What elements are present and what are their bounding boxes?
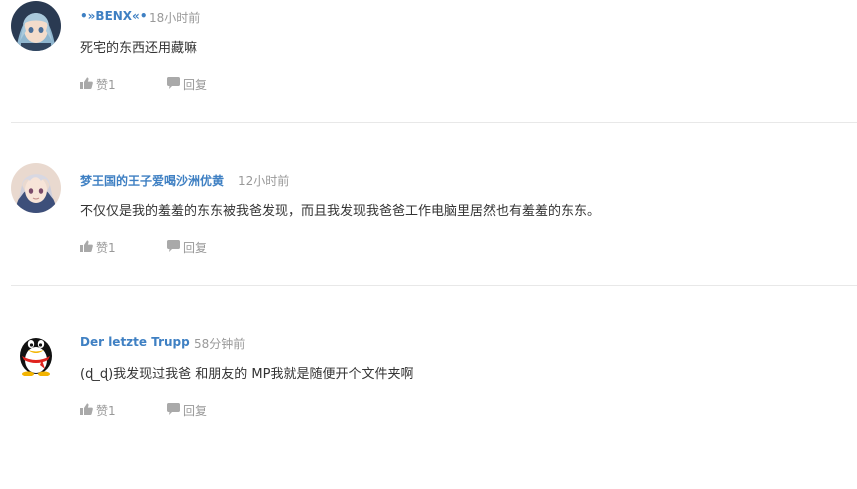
avatar[interactable] (11, 163, 61, 213)
comment-item: Der letzte Trupp 58分钟前 (ɖ_ɖ)我发现过我爸 和朋友的 … (0, 326, 857, 489)
like-count: 赞1 (96, 241, 116, 255)
divider (11, 122, 857, 123)
divider (11, 285, 857, 286)
avatar[interactable] (11, 326, 61, 376)
username[interactable]: Der letzte Trupp (80, 335, 190, 349)
comment-text: 死宅的东西还用藏嘛 (80, 41, 198, 56)
timestamp: 12小时前 (238, 174, 290, 188)
speech-bubble-icon (167, 403, 180, 415)
comment-text: 不仅仅是我的羞羞的东东被我爸发现，而且我发现我爸爸工作电脑里居然也有羞羞的东东。 (80, 204, 601, 219)
avatar[interactable] (11, 1, 61, 51)
like-count: 赞1 (96, 78, 116, 92)
speech-bubble-icon (167, 240, 180, 252)
thumbs-up-icon (80, 77, 93, 89)
timestamp: 18小时前 (149, 11, 201, 25)
reply-label: 回复 (183, 404, 208, 418)
thumbs-up-icon (80, 403, 93, 415)
like-count: 赞1 (96, 404, 116, 418)
comment-item: 梦王国的王子爱喝沙洲优黄 12小时前 不仅仅是我的羞羞的东东被我爸发现，而且我发… (0, 163, 857, 326)
speech-bubble-icon (167, 77, 180, 89)
username[interactable]: 梦王国的王子爱喝沙洲优黄 (80, 172, 224, 189)
reply-label: 回复 (183, 241, 208, 255)
timestamp: 58分钟前 (194, 337, 246, 351)
comment-text: (ɖ_ɖ)我发现过我爸 和朋友的 MP我就是随便开个文件夹啊 (80, 367, 414, 382)
thumbs-up-icon (80, 240, 93, 252)
username[interactable]: •»BENX«• (80, 9, 147, 23)
reply-label: 回复 (183, 78, 208, 92)
comment-item: •»BENX«• 18小时前 死宅的东西还用藏嘛 赞1 回复 (0, 0, 857, 163)
